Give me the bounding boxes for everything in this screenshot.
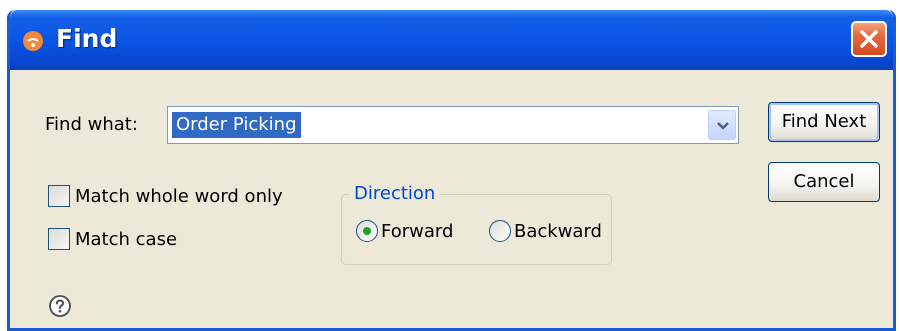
dialog-title: Find <box>56 24 118 53</box>
find-dialog-window: Find Find what: Order Picking Find Next … <box>0 0 899 331</box>
chevron-down-icon <box>717 122 729 130</box>
backward-radio[interactable]: Backward <box>489 220 602 242</box>
match-case-checkbox[interactable]: Match case <box>48 228 177 250</box>
close-icon <box>860 30 878 48</box>
match-whole-word-label: Match whole word only <box>75 185 283 207</box>
match-whole-word-checkbox[interactable]: Match whole word only <box>48 185 283 207</box>
direction-group-title: Direction <box>349 183 441 204</box>
forward-radio[interactable]: Forward <box>356 220 453 242</box>
close-button[interactable] <box>851 21 887 57</box>
find-what-input[interactable]: Order Picking <box>172 112 301 138</box>
radio-circle[interactable] <box>356 220 378 242</box>
dialog-body: Find what: Order Picking Find Next Cance… <box>10 70 893 328</box>
cancel-button[interactable]: Cancel <box>768 162 880 202</box>
find-what-combobox[interactable]: Order Picking <box>167 106 739 144</box>
radio-selected-dot <box>363 227 371 235</box>
find-next-button[interactable]: Find Next <box>768 102 880 142</box>
help-icon[interactable] <box>48 294 72 318</box>
checkbox-box[interactable] <box>48 228 70 250</box>
find-what-label: Find what: <box>45 114 138 135</box>
forward-label: Forward <box>381 220 454 242</box>
radio-circle[interactable] <box>489 220 511 242</box>
dialog-frame: Find Find what: Order Picking Find Next … <box>7 10 896 331</box>
backward-label: Backward <box>514 220 602 242</box>
title-bar[interactable]: Find <box>10 10 893 70</box>
app-icon <box>23 31 43 51</box>
match-case-label: Match case <box>75 228 178 250</box>
find-what-dropdown-button[interactable] <box>708 110 736 140</box>
checkbox-box[interactable] <box>48 185 70 207</box>
